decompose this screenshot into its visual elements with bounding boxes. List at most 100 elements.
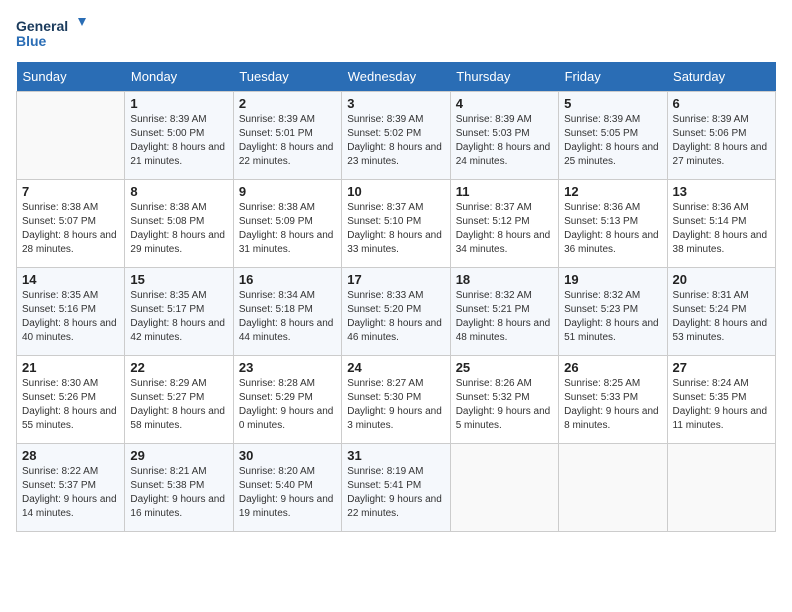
day-info: Sunrise: 8:31 AMSunset: 5:24 PMDaylight:… — [673, 289, 770, 345]
week-row-1: 1Sunrise: 8:39 AMSunset: 5:00 PMDaylight… — [17, 92, 776, 180]
logo: General Blue — [16, 16, 86, 52]
calendar-cell: 28 Sunrise: 8:22 AMSunset: 5:37 PMDayligh… — [17, 444, 125, 532]
day-number: 28 — [22, 448, 119, 463]
day-number: 26 — [564, 360, 661, 375]
day-number: 1 — [130, 96, 227, 111]
calendar-cell: 24Sunrise: 8:27 AMSunset: 5:30 PMDayligh… — [342, 356, 450, 444]
day-info: Sunrise: 8:32 AMSunset: 5:21 PMDaylight:… — [456, 289, 553, 345]
day-info: Sunrise: 8:36 AMSunset: 5:14 PMDaylight:… — [673, 201, 770, 257]
calendar-cell: 29 Sunrise: 8:21 AMSunset: 5:38 PMDayligh… — [125, 444, 233, 532]
day-number: 29 — [130, 448, 227, 463]
calendar-cell: 13 Sunrise: 8:36 AMSunset: 5:14 PMDayligh… — [667, 180, 775, 268]
calendar-cell: 20 Sunrise: 8:31 AMSunset: 5:24 PMDayligh… — [667, 268, 775, 356]
day-number: 24 — [347, 360, 444, 375]
svg-text:Blue: Blue — [16, 33, 47, 49]
calendar-cell — [450, 444, 558, 532]
day-number: 23 — [239, 360, 336, 375]
day-number: 31 — [347, 448, 444, 463]
calendar-cell: 4 Sunrise: 8:39 AMSunset: 5:03 PMDaylight… — [450, 92, 558, 180]
calendar-cell — [667, 444, 775, 532]
calendar-body: 1Sunrise: 8:39 AMSunset: 5:00 PMDaylight… — [17, 92, 776, 532]
day-info: Sunrise: 8:38 AMSunset: 5:09 PMDaylight:… — [239, 201, 336, 257]
day-info: Sunrise: 8:35 AMSunset: 5:16 PMDaylight:… — [22, 289, 119, 345]
calendar-cell: 22 Sunrise: 8:29 AMSunset: 5:27 PMDayligh… — [125, 356, 233, 444]
day-number: 6 — [673, 96, 770, 111]
day-number: 15 — [130, 272, 227, 287]
calendar-cell: 11 Sunrise: 8:37 AMSunset: 5:12 PMDayligh… — [450, 180, 558, 268]
calendar-cell: 10 Sunrise: 8:37 AMSunset: 5:10 PMDayligh… — [342, 180, 450, 268]
weekday-header-row: SundayMondayTuesdayWednesdayThursdayFrid… — [17, 62, 776, 92]
calendar-cell: 17 Sunrise: 8:33 AMSunset: 5:20 PMDayligh… — [342, 268, 450, 356]
day-info: Sunrise: 8:34 AMSunset: 5:18 PMDaylight:… — [239, 289, 336, 345]
day-info: Sunrise: 8:38 AMSunset: 5:08 PMDaylight:… — [130, 201, 227, 257]
day-number: 14 — [22, 272, 119, 287]
calendar-cell: 1Sunrise: 8:39 AMSunset: 5:00 PMDaylight… — [125, 92, 233, 180]
calendar-cell: 25Sunrise: 8:26 AMSunset: 5:32 PMDayligh… — [450, 356, 558, 444]
day-number: 18 — [456, 272, 553, 287]
calendar-cell: 19 Sunrise: 8:32 AMSunset: 5:23 PMDayligh… — [559, 268, 667, 356]
day-info: Sunrise: 8:39 AMSunset: 5:03 PMDaylight:… — [456, 113, 553, 169]
day-info: Sunrise: 8:36 AMSunset: 5:13 PMDaylight:… — [564, 201, 661, 257]
day-info: Sunrise: 8:30 AMSunset: 5:26 PMDaylight:… — [22, 377, 119, 433]
calendar-cell: 23 Sunrise: 8:28 AMSunset: 5:29 PMDayligh… — [233, 356, 341, 444]
day-info: Sunrise: 8:32 AMSunset: 5:23 PMDaylight:… — [564, 289, 661, 345]
weekday-header-saturday: Saturday — [667, 62, 775, 92]
calendar-cell: 30Sunrise: 8:20 AMSunset: 5:40 PMDayligh… — [233, 444, 341, 532]
day-number: 4 — [456, 96, 553, 111]
weekday-header-sunday: Sunday — [17, 62, 125, 92]
day-info: Sunrise: 8:22 AMSunset: 5:37 PMDaylight:… — [22, 465, 119, 521]
day-info: Sunrise: 8:33 AMSunset: 5:20 PMDaylight:… — [347, 289, 444, 345]
weekday-header-friday: Friday — [559, 62, 667, 92]
calendar-table: SundayMondayTuesdayWednesdayThursdayFrid… — [16, 62, 776, 532]
calendar-cell: 6 Sunrise: 8:39 AMSunset: 5:06 PMDaylight… — [667, 92, 775, 180]
day-number: 21 — [22, 360, 119, 375]
calendar-cell: 7Sunrise: 8:38 AMSunset: 5:07 PMDaylight… — [17, 180, 125, 268]
day-number: 20 — [673, 272, 770, 287]
day-info: Sunrise: 8:35 AMSunset: 5:17 PMDaylight:… — [130, 289, 227, 345]
day-number: 5 — [564, 96, 661, 111]
day-info: Sunrise: 8:19 AMSunset: 5:41 PMDaylight:… — [347, 465, 444, 521]
weekday-header-tuesday: Tuesday — [233, 62, 341, 92]
day-info: Sunrise: 8:37 AMSunset: 5:10 PMDaylight:… — [347, 201, 444, 257]
day-info: Sunrise: 8:24 AMSunset: 5:35 PMDaylight:… — [673, 377, 770, 433]
day-number: 27 — [673, 360, 770, 375]
calendar-cell: 18 Sunrise: 8:32 AMSunset: 5:21 PMDayligh… — [450, 268, 558, 356]
week-row-2: 7Sunrise: 8:38 AMSunset: 5:07 PMDaylight… — [17, 180, 776, 268]
calendar-cell: 8 Sunrise: 8:38 AMSunset: 5:08 PMDaylight… — [125, 180, 233, 268]
day-info: Sunrise: 8:25 AMSunset: 5:33 PMDaylight:… — [564, 377, 661, 433]
day-number: 10 — [347, 184, 444, 199]
day-number: 11 — [456, 184, 553, 199]
day-info: Sunrise: 8:28 AMSunset: 5:29 PMDaylight:… — [239, 377, 336, 433]
page-header: General Blue — [16, 16, 776, 52]
day-info: Sunrise: 8:39 AMSunset: 5:06 PMDaylight:… — [673, 113, 770, 169]
calendar-cell: 2 Sunrise: 8:39 AMSunset: 5:01 PMDaylight… — [233, 92, 341, 180]
calendar-cell: 31 Sunrise: 8:19 AMSunset: 5:41 PMDayligh… — [342, 444, 450, 532]
day-info: Sunrise: 8:20 AMSunset: 5:40 PMDaylight:… — [239, 465, 336, 521]
day-number: 17 — [347, 272, 444, 287]
calendar-cell: 12 Sunrise: 8:36 AMSunset: 5:13 PMDayligh… — [559, 180, 667, 268]
day-info: Sunrise: 8:38 AMSunset: 5:07 PMDaylight:… — [22, 201, 119, 257]
logo-svg: General Blue — [16, 16, 86, 52]
calendar-cell: 16Sunrise: 8:34 AMSunset: 5:18 PMDayligh… — [233, 268, 341, 356]
day-number: 22 — [130, 360, 227, 375]
day-number: 8 — [130, 184, 227, 199]
day-number: 2 — [239, 96, 336, 111]
calendar-cell: 9Sunrise: 8:38 AMSunset: 5:09 PMDaylight… — [233, 180, 341, 268]
calendar-cell: 26 Sunrise: 8:25 AMSunset: 5:33 PMDayligh… — [559, 356, 667, 444]
calendar-cell — [17, 92, 125, 180]
svg-text:General: General — [16, 18, 68, 34]
day-number: 13 — [673, 184, 770, 199]
day-info: Sunrise: 8:21 AMSunset: 5:38 PMDaylight:… — [130, 465, 227, 521]
weekday-header-monday: Monday — [125, 62, 233, 92]
calendar-cell: 14 Sunrise: 8:35 AMSunset: 5:16 PMDayligh… — [17, 268, 125, 356]
calendar-cell: 21 Sunrise: 8:30 AMSunset: 5:26 PMDayligh… — [17, 356, 125, 444]
day-info: Sunrise: 8:39 AMSunset: 5:05 PMDaylight:… — [564, 113, 661, 169]
day-info: Sunrise: 8:29 AMSunset: 5:27 PMDaylight:… — [130, 377, 227, 433]
day-info: Sunrise: 8:37 AMSunset: 5:12 PMDaylight:… — [456, 201, 553, 257]
week-row-3: 14 Sunrise: 8:35 AMSunset: 5:16 PMDayligh… — [17, 268, 776, 356]
day-info: Sunrise: 8:39 AMSunset: 5:01 PMDaylight:… — [239, 113, 336, 169]
day-number: 12 — [564, 184, 661, 199]
calendar-cell: 3Sunrise: 8:39 AMSunset: 5:02 PMDaylight… — [342, 92, 450, 180]
week-row-4: 21 Sunrise: 8:30 AMSunset: 5:26 PMDayligh… — [17, 356, 776, 444]
day-number: 19 — [564, 272, 661, 287]
